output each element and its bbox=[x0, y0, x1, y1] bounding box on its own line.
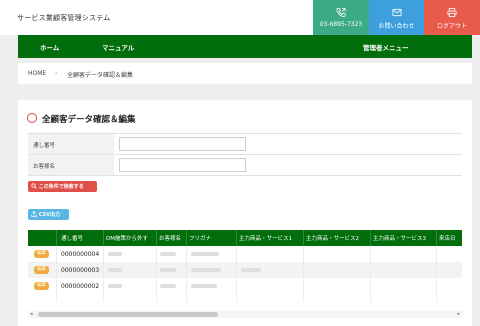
scroll-right-icon[interactable]: ▸ bbox=[457, 311, 460, 318]
contact-label: お問い合わせ bbox=[378, 23, 415, 30]
search-button[interactable]: この条件で検索する bbox=[28, 181, 97, 192]
circle-icon bbox=[27, 113, 37, 123]
serial-input[interactable] bbox=[119, 137, 246, 151]
column-divider bbox=[303, 246, 304, 302]
header-customer-name: お客様名 bbox=[159, 236, 182, 242]
nav-home[interactable]: ホーム bbox=[40, 42, 59, 52]
horizontal-scrollbar[interactable]: ◂ ▸ bbox=[28, 311, 462, 318]
customer-table: 通し番号 DM施策から外す お客様名 フリガナ 主力商品・サービス1 主力商品・… bbox=[28, 230, 462, 302]
top-bar: サービス業顧客管理システム 03-6895-7323 お問い合わせ ログアウト bbox=[0, 0, 480, 35]
header-service-2: 主力商品・サービス2 bbox=[306, 236, 359, 242]
column-divider bbox=[186, 246, 187, 302]
name-row: お客様名 bbox=[28, 155, 462, 175]
page-title: 全顧客データ確認＆編集 bbox=[42, 115, 136, 125]
envelope-icon bbox=[391, 8, 402, 17]
logout-button[interactable]: ログアウト bbox=[424, 0, 480, 35]
header-divider bbox=[156, 230, 157, 246]
redacted-cell bbox=[108, 284, 122, 288]
form-divider bbox=[28, 175, 462, 176]
name-label: お客様名 bbox=[28, 155, 114, 175]
main-panel: 全顧客データ確認＆編集 通し番号 お客様名 この条件で検索する CSV出力 通し… bbox=[18, 100, 472, 326]
csv-button-label: CSV出力 bbox=[38, 212, 60, 218]
row-id: 0000000004 bbox=[61, 251, 100, 258]
redacted-cell bbox=[108, 252, 122, 256]
row-id: 0000000003 bbox=[61, 267, 100, 274]
search-button-label: この条件で検索する bbox=[38, 184, 84, 190]
breadcrumb-home[interactable]: HOME bbox=[28, 70, 46, 77]
header-divider bbox=[236, 230, 237, 246]
phone-number: 03-6895-7323 bbox=[319, 21, 363, 28]
header-divider bbox=[103, 230, 104, 246]
column-divider bbox=[370, 246, 371, 302]
header-divider bbox=[303, 230, 304, 246]
breadcrumb-current: 全顧客データ確認＆編集 bbox=[67, 72, 134, 79]
redacted-cell bbox=[160, 268, 176, 272]
logout-label: ログアウト bbox=[436, 23, 467, 30]
header-divider bbox=[186, 230, 187, 246]
column-divider bbox=[236, 246, 237, 302]
column-divider bbox=[156, 246, 157, 302]
redacted-cell bbox=[108, 268, 122, 272]
scroll-thumb[interactable] bbox=[38, 312, 218, 317]
header-dm-exclude: DM施策から外す bbox=[106, 236, 148, 242]
scroll-left-icon[interactable]: ◂ bbox=[30, 311, 33, 318]
edit-button[interactable]: 編集 bbox=[34, 282, 49, 290]
phone-icon bbox=[336, 7, 346, 18]
upload-icon bbox=[31, 211, 37, 217]
serial-label: 通し番号 bbox=[28, 134, 114, 154]
redacted-cell bbox=[191, 252, 219, 256]
header-divider bbox=[370, 230, 371, 246]
app-title: サービス業顧客管理システム bbox=[17, 14, 111, 22]
redacted-cell bbox=[191, 284, 217, 288]
table-row: 編集 0000000004 bbox=[28, 246, 462, 262]
header-furigana: フリガナ bbox=[189, 236, 212, 242]
header-serial: 通し番号 bbox=[61, 236, 84, 242]
row-id: 0000000002 bbox=[61, 283, 100, 290]
phone-button[interactable]: 03-6895-7323 bbox=[313, 0, 369, 35]
printer-icon bbox=[447, 7, 457, 18]
column-divider bbox=[436, 246, 437, 302]
header-service-3: 主力商品・サービス3 bbox=[373, 236, 426, 242]
header-visit-date: 来店日 bbox=[439, 236, 456, 242]
column-divider bbox=[103, 246, 104, 302]
main-nav: ホーム マニュアル 管理者メニュー bbox=[18, 35, 472, 58]
header-divider bbox=[56, 230, 57, 246]
nav-manual[interactable]: マニュアル bbox=[102, 42, 134, 52]
serial-row: 通し番号 bbox=[28, 134, 462, 154]
breadcrumb-separator: › bbox=[55, 70, 58, 77]
breadcrumb: HOME › 全顧客データ確認＆編集 bbox=[18, 63, 472, 84]
table-row: 編集 0000000002 bbox=[28, 278, 462, 294]
table-header: 通し番号 DM施策から外す お客様名 フリガナ 主力商品・サービス1 主力商品・… bbox=[28, 230, 462, 246]
redacted-cell bbox=[241, 268, 261, 272]
header-divider bbox=[436, 230, 437, 246]
edit-button[interactable]: 編集 bbox=[34, 266, 49, 274]
name-input[interactable] bbox=[119, 158, 246, 172]
redacted-cell bbox=[160, 252, 176, 256]
edit-button[interactable]: 編集 bbox=[34, 250, 49, 258]
header-service-1: 主力商品・サービス1 bbox=[239, 236, 292, 242]
csv-export-button[interactable]: CSV出力 bbox=[28, 209, 69, 220]
redacted-cell bbox=[191, 268, 221, 272]
contact-button[interactable]: お問い合わせ bbox=[369, 0, 424, 35]
redacted-cell bbox=[160, 284, 176, 288]
search-icon bbox=[31, 183, 37, 189]
column-divider bbox=[56, 246, 57, 302]
nav-admin-menu[interactable]: 管理者メニュー bbox=[363, 42, 409, 52]
table-row: 編集 0000000003 bbox=[28, 262, 462, 278]
